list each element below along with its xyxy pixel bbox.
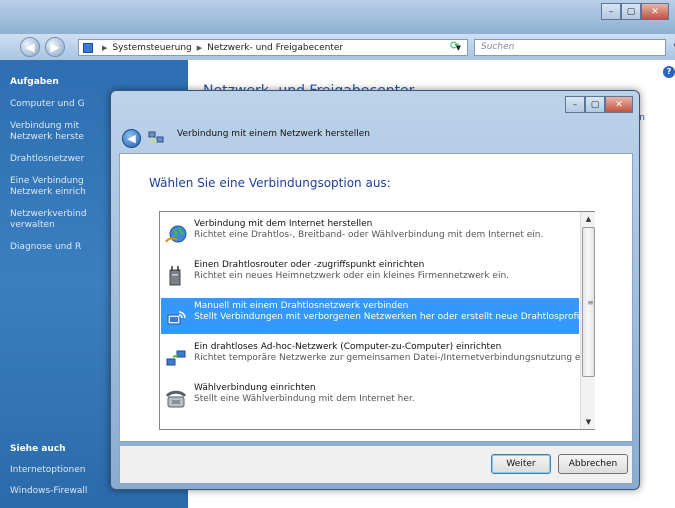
dialog-back-icon[interactable]: ◀ (122, 129, 141, 148)
breadcrumb-item-systemsteuerung[interactable]: Systemsteuerung (112, 43, 191, 53)
maximize-button[interactable]: ▢ (621, 3, 641, 20)
explorer-title-bar: – ▢ ✕ (0, 0, 675, 34)
scroll-down-icon[interactable]: ▼ (581, 415, 596, 429)
dialog-content: Wählen Sie eine Verbindungsoption aus: V… (119, 153, 633, 442)
dialog-close-button[interactable]: ✕ (605, 96, 633, 113)
scroll-grip-icon: ≡ (587, 298, 594, 307)
connect-network-dialog: – ▢ ✕ ◀ Verbindung mit einem Netzwerk he… (110, 90, 640, 490)
scroll-up-icon[interactable]: ▲ (581, 212, 596, 226)
cancel-button[interactable]: Abbrechen (558, 454, 628, 474)
search-placeholder: Suchen (481, 42, 515, 52)
back-arrow-icon[interactable]: ◀ (20, 37, 40, 57)
scrollbar-thumb[interactable]: ≡ (582, 227, 595, 377)
next-button[interactable]: Weiter (491, 454, 551, 474)
option-description: Stellt eine Wählverbindung mit dem Inter… (194, 394, 415, 404)
navigation-bar: ◀ ▶ ▶ Systemsteuerung ▶ Netzwerk- und Fr… (0, 34, 675, 60)
option-description: Richtet ein neues Heimnetzwerk oder ein … (194, 271, 510, 281)
sidebar-item-eine-verbindung-2[interactable]: Netzwerk einrich (10, 187, 86, 198)
sidebar-link-windows-firewall[interactable]: Windows-Firewall (10, 486, 87, 497)
dialog-window-controls: – ▢ ✕ (565, 96, 633, 113)
help-icon[interactable]: ? (663, 66, 675, 78)
option-wireless-router[interactable]: Einen Drahtlosrouter oder -zugriffspunkt… (161, 257, 579, 293)
dialog-title-bar (111, 91, 639, 133)
option-manual-wireless[interactable]: Manuell mit einem Drahtlosnetzwerk verbi… (161, 298, 590, 334)
list-scrollbar[interactable]: ▲ ≡ ▼ (580, 212, 595, 429)
forward-arrow-icon[interactable]: ▶ (45, 37, 65, 57)
dialog-maximize-button[interactable]: ▢ (585, 96, 605, 113)
option-title: Wählverbindung einrichten (194, 383, 316, 393)
option-description: Richtet temporäre Netzwerke zur gemeinsa… (194, 353, 592, 363)
sidebar-item-netzwerkverbind[interactable]: Netzwerkverbind (10, 209, 87, 220)
sidebar-item-verwalten[interactable]: verwalten (10, 220, 55, 231)
close-button[interactable]: ✕ (641, 3, 669, 20)
wireless-network-icon (167, 311, 186, 325)
sidebar-link-internetoptionen[interactable]: Internetoptionen (10, 465, 85, 476)
refresh-icon[interactable]: ⟳ (450, 39, 466, 56)
option-title: Einen Drahtlosrouter oder -zugriffspunkt… (194, 260, 425, 270)
network-icon (148, 131, 164, 143)
search-input[interactable]: Suchen⚲ (474, 39, 675, 56)
sidebar-item-verbindung-2[interactable]: Netzwerk herste (10, 132, 84, 143)
sidebar-header-aufgaben: Aufgaben (10, 77, 59, 87)
adhoc-network-icon (166, 350, 186, 366)
window-controls: – ▢ ✕ (601, 3, 669, 20)
sidebar-item-computer[interactable]: Computer und G (10, 99, 85, 110)
router-icon (169, 266, 181, 286)
option-internet-connection[interactable]: Verbindung mit dem Internet herstellen R… (161, 216, 579, 252)
dialup-phone-icon (165, 390, 187, 408)
globe-icon (165, 225, 187, 243)
sidebar-header-siehe-auch: Siehe auch (10, 444, 66, 454)
dialog-button-bar: Weiter Abbrechen (119, 446, 633, 484)
option-dialup[interactable]: Wählverbindung einrichten Stellt eine Wä… (161, 380, 579, 416)
breadcrumb-item-netzwerk[interactable]: Netzwerk- und Freigabecenter (207, 43, 343, 53)
sidebar-item-eine-verbindung[interactable]: Eine Verbindung (10, 176, 84, 187)
option-title: Manuell mit einem Drahtlosnetzwerk verbi… (194, 301, 409, 311)
option-title: Ein drahtloses Ad-hoc-Netzwerk (Computer… (194, 342, 502, 352)
option-description: Stellt Verbindungen mit verborgenen Netz… (194, 312, 591, 322)
option-title: Verbindung mit dem Internet herstellen (194, 219, 373, 229)
connection-options-list[interactable]: Verbindung mit dem Internet herstellen R… (159, 211, 595, 430)
breadcrumb-arrow-icon: ▶ (102, 43, 108, 52)
sidebar-item-verbindung[interactable]: Verbindung mit (10, 121, 79, 132)
control-panel-icon (83, 42, 93, 53)
sidebar-item-drahtlos[interactable]: Drahtlosnetzwer (10, 154, 84, 165)
dialog-minimize-button[interactable]: – (565, 96, 585, 113)
dialog-heading: Wählen Sie eine Verbindungsoption aus: (149, 176, 391, 190)
option-adhoc-network[interactable]: Ein drahtloses Ad-hoc-Netzwerk (Computer… (161, 339, 592, 375)
breadcrumb-arrow-icon: ▶ (196, 43, 203, 52)
dialog-title: Verbindung mit einem Netzwerk herstellen (177, 129, 371, 139)
option-description: Richtet eine Drahtlos-, Breitband- oder … (194, 230, 544, 240)
minimize-button[interactable]: – (601, 3, 621, 20)
address-bar[interactable]: ▶ Systemsteuerung ▶ Netzwerk- und Freiga… (78, 39, 468, 56)
sidebar-item-diagnose[interactable]: Diagnose und R (10, 242, 81, 253)
